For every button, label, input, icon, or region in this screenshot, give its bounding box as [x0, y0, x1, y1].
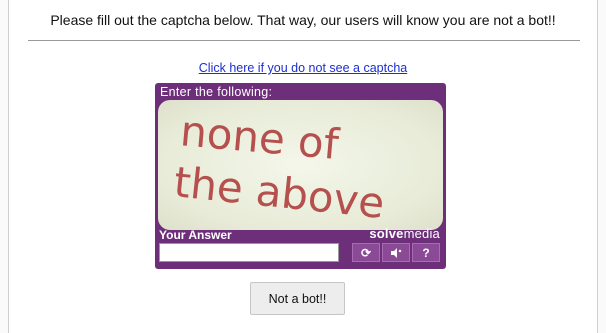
captcha-help-link[interactable]: Click here if you do not see a captcha — [0, 61, 606, 75]
captcha-prompt: Enter the following: — [160, 85, 273, 99]
audio-button[interactable] — [382, 243, 410, 262]
captcha-widget: Enter the following: none of the above Y… — [155, 83, 446, 269]
speaker-icon — [391, 247, 402, 258]
help-button[interactable]: ? — [412, 243, 440, 262]
captcha-challenge-line2: the above — [172, 157, 387, 228]
captcha-controls: ⟳ ? — [350, 243, 440, 262]
right-scrollbar-edge — [597, 0, 606, 333]
divider — [28, 40, 580, 41]
refresh-icon: ⟳ — [360, 245, 372, 260]
refresh-button[interactable]: ⟳ — [352, 243, 380, 262]
brand-suffix: media — [403, 226, 440, 241]
captcha-instructions: Please fill out the captcha below. That … — [50, 12, 556, 28]
captcha-answer-input[interactable] — [159, 243, 339, 262]
left-border — [0, 0, 9, 333]
not-a-bot-button[interactable]: Not a bot!! — [250, 282, 345, 315]
answer-label: Your Answer — [159, 228, 232, 242]
captcha-image: none of the above — [158, 100, 443, 230]
brand-prefix: solve — [369, 226, 404, 241]
page: Please fill out the captcha below. That … — [0, 0, 606, 333]
help-icon: ? — [422, 245, 430, 260]
solve-media-logo: solvemedia — [369, 226, 440, 241]
